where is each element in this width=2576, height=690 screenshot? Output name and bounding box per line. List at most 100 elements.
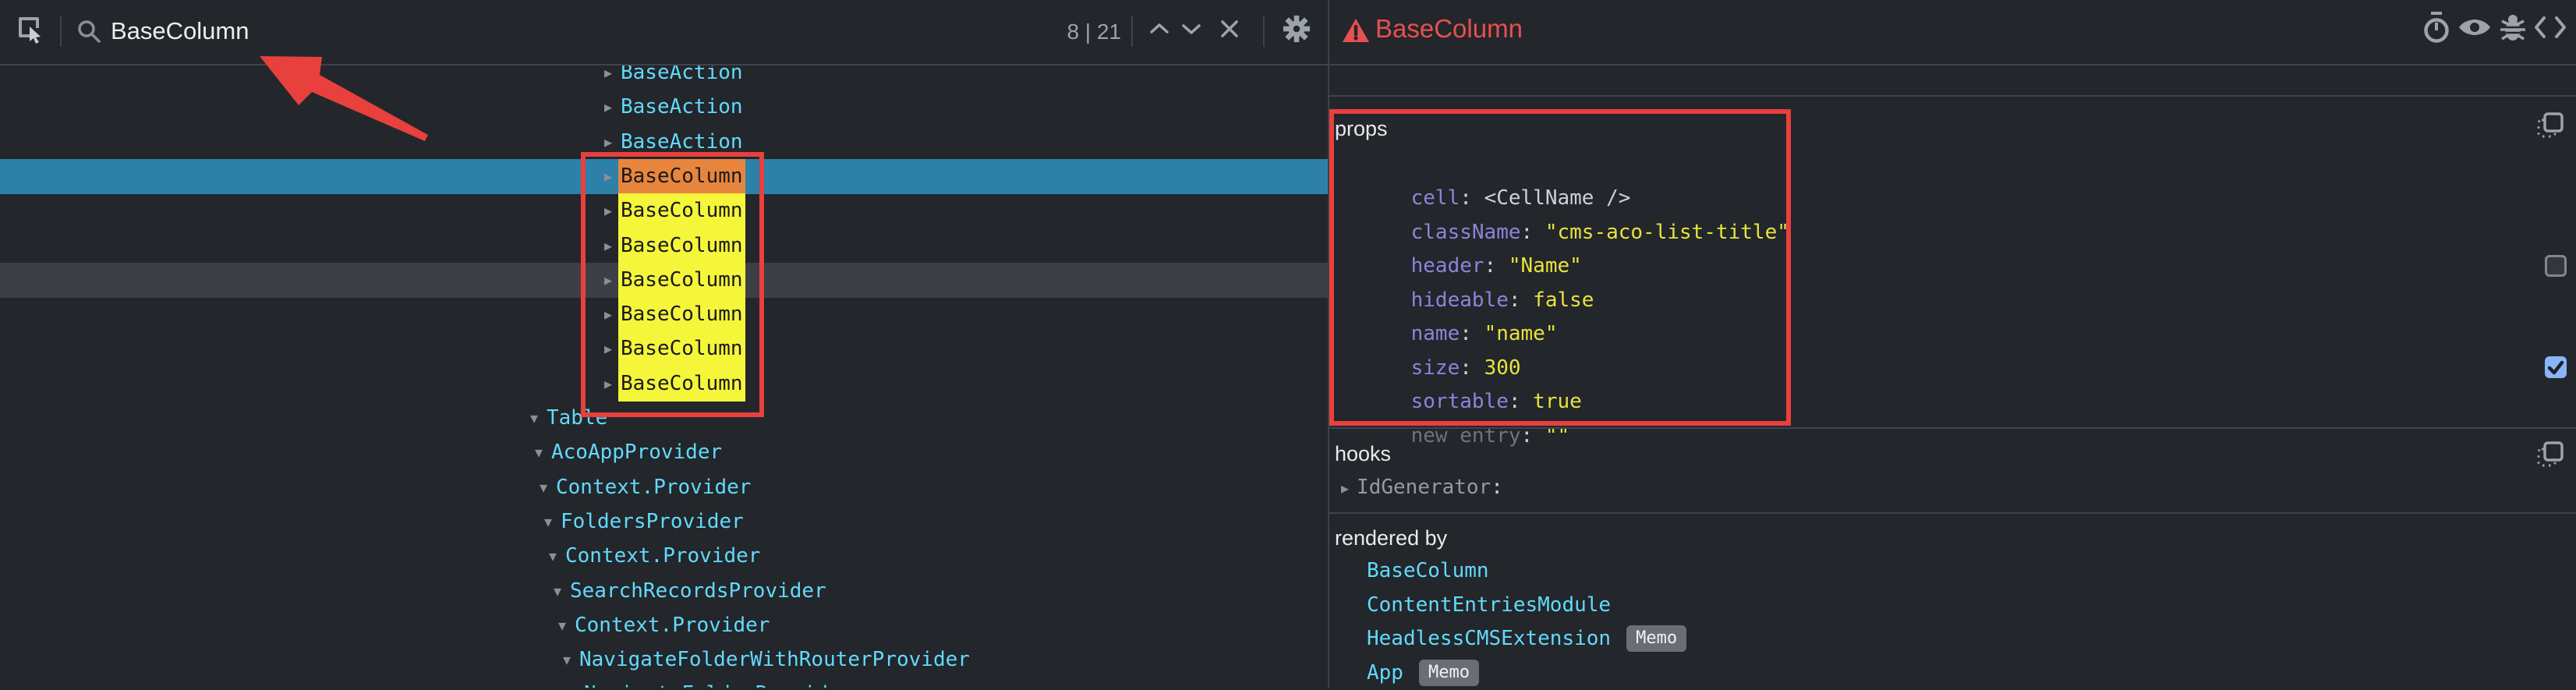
expand-arrow-icon[interactable]: ▸ <box>604 159 620 194</box>
expand-arrow-icon[interactable]: ▸ <box>604 64 620 90</box>
component-name[interactable]: BaseAction <box>621 90 743 125</box>
toolbar-separator <box>1263 16 1265 47</box>
toolbar-separator <box>60 16 62 47</box>
component-name[interactable]: Table <box>547 401 607 436</box>
toolbar-bottom-divider <box>0 64 2576 65</box>
expand-arrow-icon[interactable]: ▾ <box>558 608 574 643</box>
search-input[interactable] <box>111 12 1007 50</box>
tree-row[interactable]: ▸ BaseAction <box>0 90 1328 125</box>
prop-row[interactable]: className: "cms-aco-list-title" <box>1362 181 1789 215</box>
owner-component-link[interactable]: HeadlessCMSExtension <box>1367 627 1611 650</box>
component-name[interactable]: FoldersProvider <box>561 504 744 540</box>
prop-row[interactable]: hideable: false <box>1362 249 1594 283</box>
toolbar-separator <box>1131 16 1133 47</box>
prop-row[interactable]: new entry: "" <box>1362 384 1569 419</box>
prop-row[interactable]: name: "name" <box>1362 282 1557 317</box>
expand-arrow-icon[interactable]: ▾ <box>554 574 569 609</box>
expand-arrow-icon[interactable]: ▸ <box>604 193 620 228</box>
component-name[interactable]: Context.Provider <box>565 539 760 574</box>
expand-arrow-icon[interactable]: ▸ <box>604 297 620 332</box>
tree-row[interactable]: ▾ Context.Provider <box>0 608 1328 643</box>
panel-divider[interactable] <box>1328 0 1329 688</box>
tree-row[interactable]: ▾ Context.Provider <box>0 539 1328 574</box>
prop-row[interactable]: header: "Name" <box>1362 214 1582 249</box>
expand-arrow-icon[interactable]: ▸ <box>604 125 620 160</box>
view-source-button[interactable] <box>2532 11 2568 47</box>
memo-badge: Memo <box>1626 625 1686 652</box>
expand-arrow-icon[interactable]: ▾ <box>563 642 579 678</box>
component-name[interactable]: Context.Provider <box>556 470 751 505</box>
component-name[interactable]: BaseColumn <box>618 263 745 298</box>
inspect-element-button[interactable] <box>12 12 48 48</box>
rendered-by-section-label: rendered by <box>1335 526 1447 550</box>
component-name[interactable]: SearchRecordsProvider <box>570 574 826 609</box>
expand-arrow-icon[interactable]: ▸ <box>604 366 620 402</box>
tree-row[interactable]: ▾ SearchRecordsProvider <box>0 574 1328 609</box>
inspect-dom-button[interactable] <box>2457 11 2493 47</box>
clear-search-button[interactable] <box>1212 12 1247 48</box>
prop-row[interactable]: sortable: true <box>1362 350 1582 384</box>
copy-hooks-button[interactable] <box>2532 438 2568 474</box>
props-section-label: props <box>1335 117 1388 141</box>
component-name[interactable]: BaseColumn <box>618 297 745 332</box>
expand-arrow-icon[interactable]: ▾ <box>540 470 555 505</box>
component-name[interactable]: Context.Provider <box>575 608 770 643</box>
expand-arrow-icon[interactable]: ▸ <box>604 228 620 264</box>
expand-arrow-icon[interactable]: ▸ <box>604 263 620 298</box>
expand-arrow-icon[interactable]: ▸ <box>1341 479 1349 497</box>
chevron-down-icon <box>1180 21 1203 41</box>
prop-value[interactable]: "cms-aco-list-title" <box>1545 221 1789 244</box>
tree-row[interactable]: ▸ BaseColumn <box>0 297 1328 332</box>
previous-result-button[interactable] <box>1141 12 1177 48</box>
copy-icon <box>2536 111 2564 143</box>
tree-row[interactable]: ▾ NavigateFolderProvider <box>0 677 1328 688</box>
expand-arrow-icon[interactable]: ▸ <box>604 331 620 366</box>
tree-row[interactable]: ▾ Table <box>0 401 1328 436</box>
component-name[interactable]: BaseColumn <box>618 228 745 264</box>
expand-arrow-icon[interactable]: ▾ <box>535 435 550 470</box>
close-icon <box>1219 18 1240 44</box>
prop-row[interactable]: cell: <CellName /> <box>1362 147 1630 181</box>
component-name[interactable]: BaseAction <box>621 64 743 90</box>
owner-component-link[interactable]: BaseColumn <box>1367 559 1489 582</box>
prop-row[interactable]: size: 300 <box>1362 317 1521 351</box>
log-to-console-button[interactable] <box>2495 11 2531 47</box>
component-name[interactable]: NavigateFolderWithRouterProvider <box>579 642 970 678</box>
tree-row[interactable]: ▸ BaseAction <box>0 125 1328 160</box>
expand-arrow-icon[interactable]: ▸ <box>604 90 620 125</box>
prop-checkbox-unchecked[interactable] <box>2545 255 2567 277</box>
tree-row[interactable]: ▸ BaseColumn <box>0 263 1328 298</box>
component-name[interactable]: NavigateFolderProvider <box>584 677 852 688</box>
tree-row[interactable]: ▸ BaseColumn <box>0 193 1328 228</box>
expand-arrow-icon[interactable]: ▾ <box>549 539 564 574</box>
component-name[interactable]: BaseColumn <box>618 193 745 228</box>
expand-arrow-icon[interactable]: ▾ <box>530 401 546 436</box>
tree-row[interactable]: ▾ NavigateFolderWithRouterProvider <box>0 642 1328 678</box>
component-name[interactable]: BaseAction <box>621 125 743 160</box>
tree-row[interactable]: ▸ BaseColumn <box>0 366 1328 402</box>
tree-row[interactable]: ▸ BaseColumn <box>0 159 1328 194</box>
owner-component-link[interactable]: App <box>1367 661 1403 685</box>
inspect-cursor-icon <box>16 14 45 48</box>
tree-row[interactable]: ▾ AcoAppProvider <box>0 435 1328 470</box>
inspector-divider <box>1329 95 2576 97</box>
prop-checkbox-checked[interactable] <box>2545 356 2567 378</box>
component-name[interactable]: AcoAppProvider <box>551 435 722 470</box>
hook-row[interactable]: ▸IdGenerator: <box>1341 470 1503 504</box>
tree-row[interactable]: ▸ BaseColumn <box>0 228 1328 264</box>
expand-arrow-icon[interactable]: ▾ <box>544 504 560 540</box>
tree-row[interactable]: ▾ FoldersProvider <box>0 504 1328 540</box>
copy-props-button[interactable] <box>2532 109 2568 145</box>
hook-name[interactable]: IdGenerator <box>1357 476 1491 499</box>
next-result-button[interactable] <box>1173 12 1209 48</box>
owner-component-link[interactable]: ContentEntriesModule <box>1367 593 1611 617</box>
component-name[interactable]: BaseColumn <box>618 331 745 366</box>
tree-row[interactable]: ▸ BaseColumn <box>0 331 1328 366</box>
expand-arrow-icon[interactable]: ▾ <box>568 677 583 688</box>
component-name[interactable]: BaseColumn <box>618 366 745 402</box>
tree-row[interactable]: ▸ BaseAction <box>0 64 1328 90</box>
tree-row[interactable]: ▾ Context.Provider <box>0 470 1328 505</box>
settings-button[interactable] <box>1279 12 1315 48</box>
component-name[interactable]: BaseColumn <box>618 159 745 194</box>
suspend-timer-button[interactable] <box>2419 11 2454 47</box>
